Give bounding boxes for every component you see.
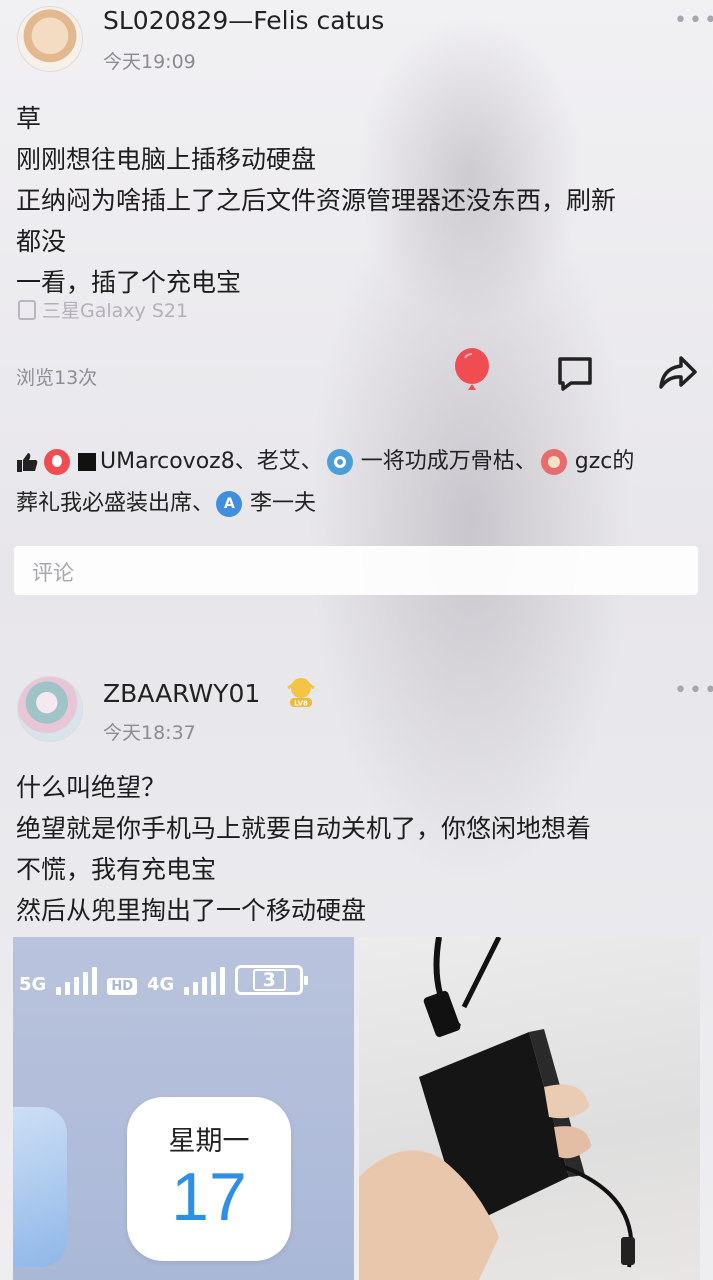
likes-line: UMarcovoz8、老艾、 一将功成万骨枯、 gzc的 xyxy=(16,441,706,483)
post-line: 正纳闷为啥插上了之后文件资源管理器还没东西，刷新 xyxy=(16,186,617,215)
post-timestamp: 今天18:37 xyxy=(103,722,196,744)
level-badge-text: LV8 xyxy=(294,700,308,708)
balloon-icon xyxy=(455,348,489,390)
post-line: 刚刚想往电脑上插移动硬盘 xyxy=(16,145,317,174)
more-icon[interactable]: ••• xyxy=(674,8,713,33)
liker-names[interactable]: 一将功成万骨枯、 xyxy=(361,441,537,483)
calendar-app-icon: 星期一 17 xyxy=(127,1097,291,1261)
post-body: 什么叫绝望？ 绝望就是你手机马上就要自动关机了，你悠闲地想着 不慌，我有充电宝 … xyxy=(16,767,706,931)
post-image-hard-drive[interactable] xyxy=(359,937,700,1280)
liker-avatar[interactable]: A xyxy=(216,491,243,517)
battery-icon: 3 xyxy=(235,965,309,995)
status-bar: 5G HD 4G 3 xyxy=(19,965,309,995)
post-line: 草 xyxy=(16,104,42,133)
like-button[interactable] xyxy=(452,348,492,394)
signal-icon xyxy=(184,967,226,995)
phone-icon xyxy=(18,299,36,320)
post-line: 都没 xyxy=(16,227,67,256)
post-image-phone-screenshot[interactable]: 5G HD 4G 3 星期一 17 xyxy=(13,937,354,1280)
liker-avatar[interactable] xyxy=(540,449,567,475)
liker-names[interactable]: 葬礼我必盛装出席、 xyxy=(16,483,214,525)
liker-names[interactable]: gzc的 xyxy=(575,441,635,483)
signal-label: 4G xyxy=(146,974,175,995)
user-avatar[interactable] xyxy=(17,676,83,742)
hard-drive-photo xyxy=(359,937,635,1280)
level-badge: LV8 xyxy=(284,674,318,708)
share-icon xyxy=(659,356,697,389)
comment-button[interactable] xyxy=(554,352,596,394)
more-icon[interactable]: ••• xyxy=(674,678,713,703)
liker-avatar[interactable] xyxy=(78,453,96,471)
liker-avatar[interactable] xyxy=(44,449,70,475)
post-line: 什么叫绝望？ xyxy=(16,773,167,802)
calendar-day: 17 xyxy=(171,1159,247,1235)
calendar-weekday: 星期一 xyxy=(168,1126,250,1157)
liker-names[interactable]: 李一夫 xyxy=(250,483,316,525)
comment-icon xyxy=(558,357,592,391)
level-badge-icon: LV8 xyxy=(287,678,315,708)
post-line: 不慌，我有充电宝 xyxy=(16,855,217,884)
post-line: 然后从兜里掏出了一个移动硬盘 xyxy=(16,896,367,925)
post-body: 草 刚刚想往电脑上插移动硬盘 正纳闷为啥插上了之后文件资源管理器还没东西，刷新 … xyxy=(16,98,706,303)
user-avatar[interactable] xyxy=(17,6,83,72)
post-timestamp: 今天19:09 xyxy=(103,51,196,73)
battery-level: 3 xyxy=(252,969,286,991)
device-name: 三星Galaxy S21 xyxy=(42,300,189,322)
share-button[interactable] xyxy=(656,350,700,394)
device-label: 三星Galaxy S21 xyxy=(18,296,188,323)
view-count: 浏览13次 xyxy=(16,367,98,389)
hd-badge: HD xyxy=(107,978,137,995)
liker-names[interactable]: UMarcovoz8、老艾、 xyxy=(100,441,323,483)
post-username[interactable]: SL020829—Felis catus xyxy=(103,6,384,35)
liker-avatar[interactable] xyxy=(326,449,353,475)
likes-line: 葬礼我必盛装出席、 A 李一夫 xyxy=(16,483,706,525)
post-username[interactable]: ZBAARWY01 xyxy=(103,679,260,708)
likes-list: UMarcovoz8、老艾、 一将功成万骨枯、 gzc的 葬礼我必盛装出席、 A… xyxy=(16,441,706,525)
signal-label: 5G xyxy=(19,974,47,995)
comment-input[interactable]: 评论 xyxy=(14,546,698,595)
post-line: 绝望就是你手机马上就要自动关机了，你悠闲地想着 xyxy=(16,814,592,843)
weather-widget xyxy=(13,1107,67,1267)
signal-icon xyxy=(56,967,98,995)
thumbs-up-icon xyxy=(17,453,38,472)
